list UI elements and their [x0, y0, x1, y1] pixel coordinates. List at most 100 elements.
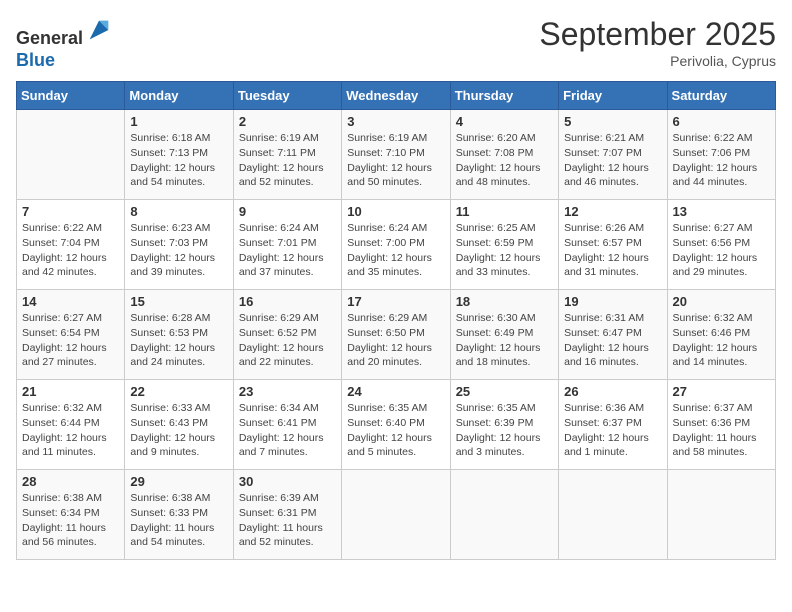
- calendar-cell: [450, 470, 558, 560]
- day-info: Sunrise: 6:26 AM Sunset: 6:57 PM Dayligh…: [564, 221, 661, 280]
- day-info: Sunrise: 6:30 AM Sunset: 6:49 PM Dayligh…: [456, 311, 553, 370]
- column-header-saturday: Saturday: [667, 82, 775, 110]
- logo-blue: Blue: [16, 50, 55, 70]
- day-info: Sunrise: 6:29 AM Sunset: 6:50 PM Dayligh…: [347, 311, 444, 370]
- day-info: Sunrise: 6:18 AM Sunset: 7:13 PM Dayligh…: [130, 131, 227, 190]
- calendar-week-row: 21Sunrise: 6:32 AM Sunset: 6:44 PM Dayli…: [17, 380, 776, 470]
- calendar-cell: 26 Sunrise: 6:36 AM Sunset: 6:37 PM Dayli…: [559, 380, 667, 470]
- calendar-cell: 20Sunrise: 6:32 AM Sunset: 6:46 PM Dayli…: [667, 290, 775, 380]
- calendar-cell: 19Sunrise: 6:31 AM Sunset: 6:47 PM Dayli…: [559, 290, 667, 380]
- title-block: September 2025 Perivolia, Cyprus: [539, 16, 776, 69]
- day-info: Sunrise: 6:19 AM Sunset: 7:10 PM Dayligh…: [347, 131, 444, 190]
- calendar-week-row: 1 Sunrise: 6:18 AM Sunset: 7:13 PM Daylig…: [17, 110, 776, 200]
- calendar-cell: 7 Sunrise: 6:22 AM Sunset: 7:04 PM Daylig…: [17, 200, 125, 290]
- day-number: 2: [239, 114, 336, 129]
- day-info: Sunrise: 6:25 AM Sunset: 6:59 PM Dayligh…: [456, 221, 553, 280]
- day-number: 13: [673, 204, 770, 219]
- calendar-header-row: SundayMondayTuesdayWednesdayThursdayFrid…: [17, 82, 776, 110]
- calendar-cell: 12Sunrise: 6:26 AM Sunset: 6:57 PM Dayli…: [559, 200, 667, 290]
- day-info: Sunrise: 6:35 AM Sunset: 6:39 PM Dayligh…: [456, 401, 553, 460]
- day-info: Sunrise: 6:37 AM Sunset: 6:36 PM Dayligh…: [673, 401, 770, 460]
- day-number: 4: [456, 114, 553, 129]
- calendar-cell: 29 Sunrise: 6:38 AM Sunset: 6:33 PM Dayli…: [125, 470, 233, 560]
- logo-general: General: [16, 28, 83, 48]
- day-number: 3: [347, 114, 444, 129]
- day-info: Sunrise: 6:19 AM Sunset: 7:11 PM Dayligh…: [239, 131, 336, 190]
- day-info: Sunrise: 6:27 AM Sunset: 6:54 PM Dayligh…: [22, 311, 119, 370]
- column-header-monday: Monday: [125, 82, 233, 110]
- day-info: Sunrise: 6:28 AM Sunset: 6:53 PM Dayligh…: [130, 311, 227, 370]
- calendar-cell: 1 Sunrise: 6:18 AM Sunset: 7:13 PM Daylig…: [125, 110, 233, 200]
- calendar-cell: 24Sunrise: 6:35 AM Sunset: 6:40 PM Dayli…: [342, 380, 450, 470]
- calendar-cell: 6Sunrise: 6:22 AM Sunset: 7:06 PM Daylig…: [667, 110, 775, 200]
- day-info: Sunrise: 6:29 AM Sunset: 6:52 PM Dayligh…: [239, 311, 336, 370]
- page-header: General Blue September 2025 Perivolia, C…: [16, 16, 776, 71]
- day-number: 28: [22, 474, 119, 489]
- calendar-cell: 10 Sunrise: 6:24 AM Sunset: 7:00 PM Dayli…: [342, 200, 450, 290]
- day-number: 20: [673, 294, 770, 309]
- month-title: September 2025: [539, 16, 776, 53]
- calendar-cell: 5 Sunrise: 6:21 AM Sunset: 7:07 PM Daylig…: [559, 110, 667, 200]
- column-header-sunday: Sunday: [17, 82, 125, 110]
- day-number: 25: [456, 384, 553, 399]
- calendar-cell: 8Sunrise: 6:23 AM Sunset: 7:03 PM Daylig…: [125, 200, 233, 290]
- calendar-cell: 17 Sunrise: 6:29 AM Sunset: 6:50 PM Dayli…: [342, 290, 450, 380]
- calendar-cell: 28 Sunrise: 6:38 AM Sunset: 6:34 PM Dayli…: [17, 470, 125, 560]
- logo: General Blue: [16, 16, 113, 71]
- calendar-cell: [559, 470, 667, 560]
- day-number: 14: [22, 294, 119, 309]
- day-number: 9: [239, 204, 336, 219]
- day-info: Sunrise: 6:24 AM Sunset: 7:00 PM Dayligh…: [347, 221, 444, 280]
- calendar-cell: [667, 470, 775, 560]
- day-number: 30: [239, 474, 336, 489]
- calendar-cell: [17, 110, 125, 200]
- day-number: 29: [130, 474, 227, 489]
- day-info: Sunrise: 6:21 AM Sunset: 7:07 PM Dayligh…: [564, 131, 661, 190]
- calendar-week-row: 7 Sunrise: 6:22 AM Sunset: 7:04 PM Daylig…: [17, 200, 776, 290]
- calendar-cell: 25 Sunrise: 6:35 AM Sunset: 6:39 PM Dayli…: [450, 380, 558, 470]
- day-info: Sunrise: 6:36 AM Sunset: 6:37 PM Dayligh…: [564, 401, 661, 460]
- day-info: Sunrise: 6:23 AM Sunset: 7:03 PM Dayligh…: [130, 221, 227, 280]
- calendar-week-row: 28 Sunrise: 6:38 AM Sunset: 6:34 PM Dayli…: [17, 470, 776, 560]
- day-number: 11: [456, 204, 553, 219]
- column-header-wednesday: Wednesday: [342, 82, 450, 110]
- day-number: 1: [130, 114, 227, 129]
- calendar-table: SundayMondayTuesdayWednesdayThursdayFrid…: [16, 81, 776, 560]
- calendar-cell: 14 Sunrise: 6:27 AM Sunset: 6:54 PM Dayli…: [17, 290, 125, 380]
- column-header-thursday: Thursday: [450, 82, 558, 110]
- column-header-tuesday: Tuesday: [233, 82, 341, 110]
- day-number: 10: [347, 204, 444, 219]
- day-info: Sunrise: 6:34 AM Sunset: 6:41 PM Dayligh…: [239, 401, 336, 460]
- day-number: 19: [564, 294, 661, 309]
- logo-icon: [85, 16, 113, 44]
- day-number: 6: [673, 114, 770, 129]
- calendar-cell: 16 Sunrise: 6:29 AM Sunset: 6:52 PM Dayli…: [233, 290, 341, 380]
- day-info: Sunrise: 6:20 AM Sunset: 7:08 PM Dayligh…: [456, 131, 553, 190]
- column-header-friday: Friday: [559, 82, 667, 110]
- day-number: 15: [130, 294, 227, 309]
- calendar-cell: 11 Sunrise: 6:25 AM Sunset: 6:59 PM Dayli…: [450, 200, 558, 290]
- calendar-cell: 13Sunrise: 6:27 AM Sunset: 6:56 PM Dayli…: [667, 200, 775, 290]
- day-number: 22: [130, 384, 227, 399]
- day-number: 7: [22, 204, 119, 219]
- day-number: 17: [347, 294, 444, 309]
- calendar-cell: 9 Sunrise: 6:24 AM Sunset: 7:01 PM Daylig…: [233, 200, 341, 290]
- calendar-cell: 21Sunrise: 6:32 AM Sunset: 6:44 PM Dayli…: [17, 380, 125, 470]
- day-number: 16: [239, 294, 336, 309]
- day-info: Sunrise: 6:24 AM Sunset: 7:01 PM Dayligh…: [239, 221, 336, 280]
- calendar-cell: 3 Sunrise: 6:19 AM Sunset: 7:10 PM Daylig…: [342, 110, 450, 200]
- day-number: 5: [564, 114, 661, 129]
- calendar-cell: 4 Sunrise: 6:20 AM Sunset: 7:08 PM Daylig…: [450, 110, 558, 200]
- day-info: Sunrise: 6:38 AM Sunset: 6:33 PM Dayligh…: [130, 491, 227, 550]
- location-subtitle: Perivolia, Cyprus: [539, 53, 776, 69]
- calendar-cell: 18Sunrise: 6:30 AM Sunset: 6:49 PM Dayli…: [450, 290, 558, 380]
- calendar-cell: 22Sunrise: 6:33 AM Sunset: 6:43 PM Dayli…: [125, 380, 233, 470]
- day-info: Sunrise: 6:22 AM Sunset: 7:04 PM Dayligh…: [22, 221, 119, 280]
- day-info: Sunrise: 6:38 AM Sunset: 6:34 PM Dayligh…: [22, 491, 119, 550]
- calendar-cell: 30 Sunrise: 6:39 AM Sunset: 6:31 PM Dayli…: [233, 470, 341, 560]
- day-number: 26: [564, 384, 661, 399]
- calendar-cell: 2 Sunrise: 6:19 AM Sunset: 7:11 PM Daylig…: [233, 110, 341, 200]
- day-info: Sunrise: 6:39 AM Sunset: 6:31 PM Dayligh…: [239, 491, 336, 550]
- day-number: 23: [239, 384, 336, 399]
- calendar-week-row: 14 Sunrise: 6:27 AM Sunset: 6:54 PM Dayli…: [17, 290, 776, 380]
